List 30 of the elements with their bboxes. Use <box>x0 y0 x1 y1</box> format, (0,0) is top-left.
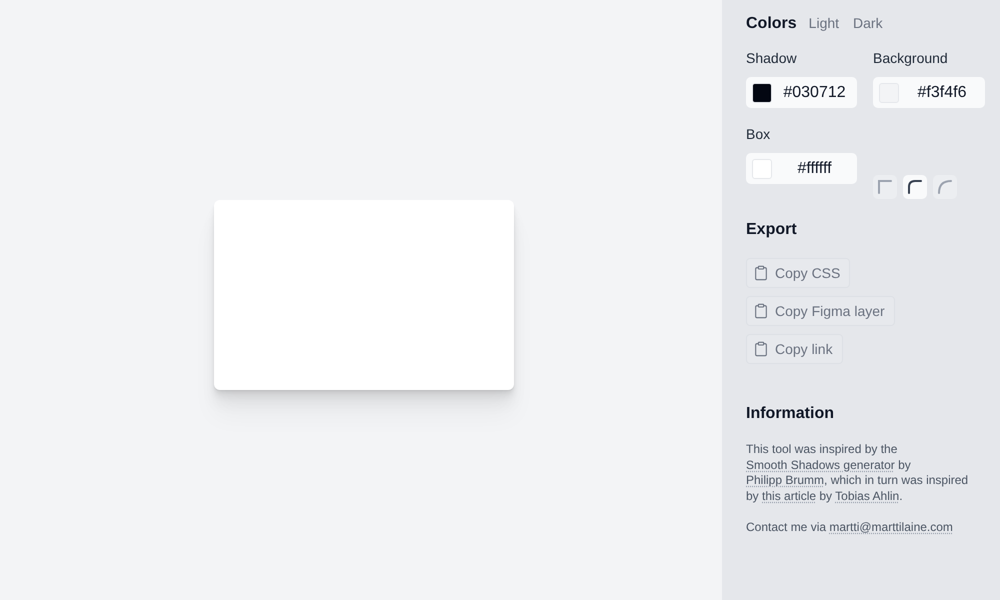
copy-button[interactable]: Copy Figma layer <box>746 296 895 326</box>
clipboard-icon <box>753 265 769 281</box>
field-label: Background <box>873 50 949 67</box>
rounded-corner-icon <box>907 178 923 194</box>
text-link[interactable]: Tobias Ahlin <box>835 488 900 502</box>
color-swatch-icon[interactable] <box>752 82 772 102</box>
field-label: Shadow <box>746 50 798 67</box>
text-link[interactable]: this article <box>762 488 816 502</box>
round-corner-icon <box>937 178 953 194</box>
corner-style-button[interactable] <box>903 174 927 198</box>
clipboard-icon <box>753 303 769 319</box>
theme-preset-button[interactable]: Light <box>806 15 842 31</box>
theme-preset-button[interactable]: Dark <box>851 15 885 31</box>
copy-button[interactable]: Copy link <box>746 334 843 364</box>
field-label: Box <box>746 126 772 143</box>
copy-button[interactable]: Copy CSS <box>746 258 850 288</box>
info-paragraph: This tool was inspired by the Smooth Shadows generator by Philipp Brumm, which in turn was inspired by this article by Tobias Ahlin. <box>746 442 970 504</box>
color-input[interactable]: #ffffff <box>746 153 857 184</box>
text-link[interactable]: Smooth Shadows generator <box>746 458 895 472</box>
section-title: Colors <box>746 14 797 34</box>
square-corner-icon <box>877 178 893 194</box>
color-input[interactable]: #030712 <box>746 77 857 108</box>
text-link[interactable]: Philipp Brumm <box>746 473 824 487</box>
section-title: Export <box>746 220 798 240</box>
section-title: Information <box>746 404 835 424</box>
clipboard-icon <box>753 341 769 357</box>
color-input[interactable]: #f3f4f6 <box>873 77 985 108</box>
text-link[interactable]: martti@marttilaine.com <box>829 520 953 534</box>
color-swatch-icon[interactable] <box>752 158 772 178</box>
info-paragraph: Contact me via martti@marttilaine.com <box>746 520 954 536</box>
